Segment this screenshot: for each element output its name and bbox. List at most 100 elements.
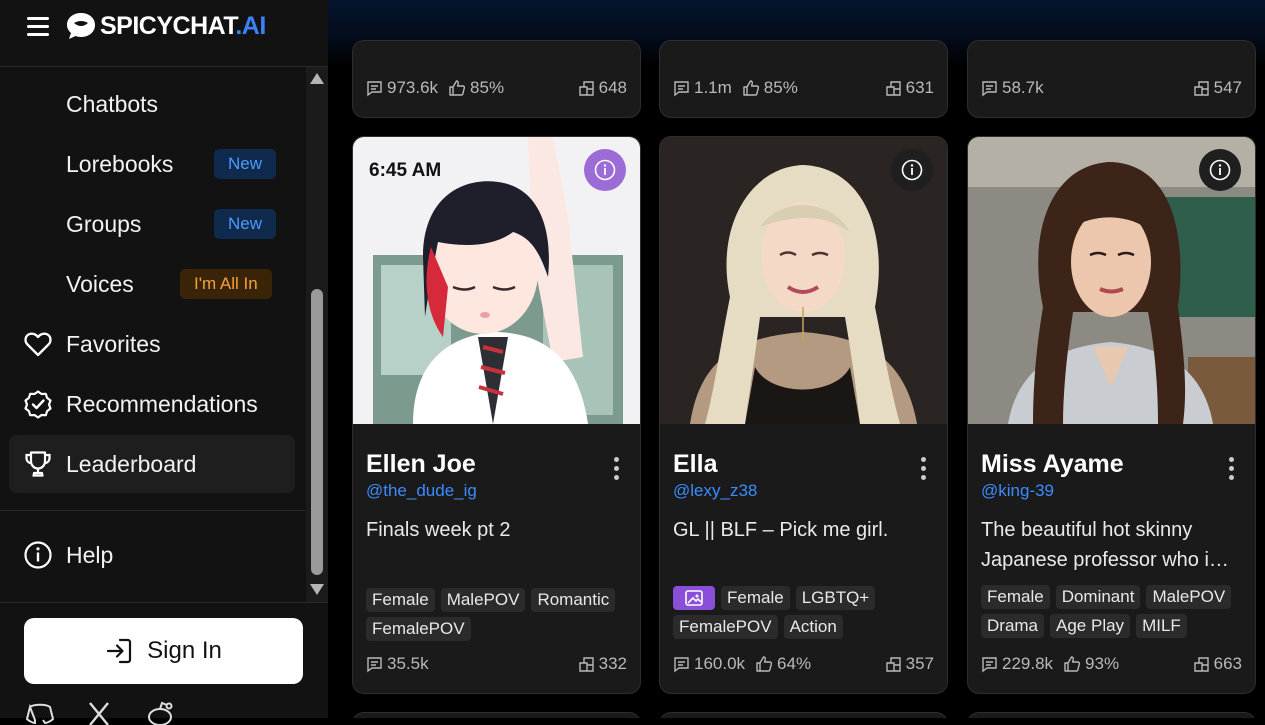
chats-icon [578, 656, 594, 672]
new-badge: New [214, 209, 277, 239]
character-description: GL || BLF – Pick me girl. [673, 519, 889, 541]
sign-in-button[interactable]: Sign In [24, 618, 303, 684]
chats-icon [578, 80, 594, 96]
more-options-icon[interactable] [921, 457, 927, 483]
character-name[interactable]: Ellen Joe [366, 450, 476, 479]
info-button[interactable] [584, 149, 626, 191]
sidebar-item-chatbots[interactable]: Chatbots [9, 75, 295, 133]
character-card-ella[interactable]: Ella @lexy_z38 GL || BLF – Pick me girl.… [659, 136, 948, 694]
tag[interactable]: Female [721, 586, 790, 610]
tag[interactable]: Romantic [531, 588, 616, 612]
sidebar-item-label: Favorites [66, 330, 161, 357]
tag[interactable]: Female [981, 585, 1050, 609]
discord-icon[interactable] [25, 701, 55, 725]
tag[interactable]: FemalePOV [673, 615, 778, 639]
hamburger-menu-icon[interactable] [27, 15, 51, 37]
sidebar-item-lorebooks[interactable]: Lorebooks New [9, 135, 295, 193]
chats-stat: 663 [1193, 654, 1242, 674]
tag[interactable]: LGBTQ+ [795, 586, 876, 610]
sidebar-item-recommendations[interactable]: Recommendations [9, 375, 295, 433]
tag[interactable]: MalePOV [1146, 585, 1232, 609]
logo[interactable]: SPICYCHAT.AI [66, 10, 266, 42]
card-stats: 1.1m 85% 631 [673, 77, 934, 99]
character-card[interactable]: 58.7k 547 [967, 40, 1256, 118]
scroll-down-arrow-icon[interactable] [310, 584, 324, 595]
character-name[interactable]: Ella [673, 450, 717, 479]
sidebar-item-groups[interactable]: Groups New [9, 195, 295, 253]
character-card[interactable] [352, 712, 641, 718]
character-card[interactable] [659, 712, 948, 718]
sidebar-item-voices[interactable]: Voices I'm All In [9, 255, 295, 313]
tag[interactable]: FemalePOV [366, 617, 471, 641]
more-options-icon[interactable] [614, 457, 620, 483]
sidebar-scrollbar[interactable] [306, 67, 328, 602]
character-card-miss-ayame[interactable]: Miss Ayame @king-39 The beautiful hot sk… [967, 136, 1256, 694]
image-generation-icon[interactable] [673, 586, 715, 610]
tag[interactable]: Age Play [1050, 614, 1131, 638]
sidebar-footer: Sign In [0, 602, 328, 725]
sidebar-item-label: Recommendations [66, 390, 258, 417]
info-button[interactable] [1199, 149, 1241, 191]
creator-handle[interactable]: @lexy_z38 [673, 481, 757, 501]
creator-handle[interactable]: @the_dude_ig [366, 481, 477, 501]
chats-stat: 547 [1193, 78, 1242, 98]
sign-in-label: Sign In [147, 637, 222, 664]
rating-stat: 85% [742, 78, 798, 98]
message-icon [982, 656, 997, 672]
character-card[interactable] [967, 712, 1256, 718]
chats-icon [1193, 656, 1209, 672]
card-stats: 229.8k 93% 663 [981, 653, 1242, 675]
card-stats: 160.0k 64% 357 [673, 653, 934, 675]
chats-icon [885, 656, 901, 672]
character-name[interactable]: Miss Ayame [981, 450, 1124, 479]
tag[interactable]: Female [366, 588, 435, 612]
sidebar-item-help[interactable]: Help [9, 526, 295, 584]
reddit-icon[interactable] [145, 701, 175, 725]
chats-stat: 357 [885, 654, 934, 674]
info-button[interactable] [891, 149, 933, 191]
sidebar-item-favorites[interactable]: Favorites [9, 315, 295, 373]
tag[interactable]: MILF [1136, 614, 1187, 638]
chats-icon [1193, 80, 1209, 96]
sidebar-item-label: Lorebooks [66, 150, 174, 177]
sidebar-item-label: Voices [66, 270, 134, 297]
character-card[interactable]: 973.6k 85% 648 [352, 40, 641, 118]
tag[interactable]: Dominant [1055, 585, 1141, 609]
sidebar-item-label: Leaderboard [66, 450, 197, 477]
thumbs-up-icon [756, 656, 773, 672]
messages-stat: 160.0k [673, 654, 745, 674]
info-icon [1209, 159, 1231, 181]
tag-list: Female LGBTQ+ FemalePOV Action [673, 586, 937, 639]
character-card-ellen-joe[interactable]: 6:45 AM Ellen Joe @the_dude_ig Finals we… [352, 136, 641, 694]
sidebar-header: SPICYCHAT.AI [0, 0, 328, 67]
x-icon[interactable] [86, 701, 116, 725]
card-stats: 35.5k 332 [366, 653, 627, 675]
character-card[interactable]: 1.1m 85% 631 [659, 40, 948, 118]
sidebar-divider [0, 510, 305, 511]
messages-stat: 35.5k [366, 654, 429, 674]
chats-stat: 332 [578, 654, 627, 674]
messages-stat: 58.7k [981, 78, 1044, 98]
heart-icon [24, 332, 52, 357]
sign-in-icon [107, 638, 132, 664]
logo-chat-bubble-icon [67, 13, 95, 39]
more-options-icon[interactable] [1229, 457, 1235, 483]
rating-stat: 93% [1063, 654, 1119, 674]
message-icon [674, 80, 689, 96]
sidebar-item-leaderboard[interactable]: Leaderboard [9, 435, 295, 493]
info-icon [594, 159, 616, 181]
sidebar-item-label: Chatbots [66, 90, 159, 117]
scrollbar-thumb[interactable] [311, 289, 323, 575]
tag[interactable]: Drama [981, 614, 1045, 638]
chats-stat: 648 [578, 78, 627, 98]
tag[interactable]: MalePOV [440, 588, 526, 612]
tag[interactable]: Action [783, 615, 843, 639]
all-in-badge: I'm All In [180, 269, 272, 299]
chats-icon [885, 80, 901, 96]
creator-handle[interactable]: @king-39 [981, 481, 1054, 501]
scroll-up-arrow-icon[interactable] [310, 73, 324, 84]
main-content: 973.6k 85% 648 1.1m 85% 631 58.7k 547 6:… [328, 0, 1265, 718]
tag-list: Female Dominant MalePOV Drama Age Play M… [981, 585, 1245, 638]
info-icon [901, 159, 923, 181]
thumbs-up-icon [1064, 656, 1081, 672]
